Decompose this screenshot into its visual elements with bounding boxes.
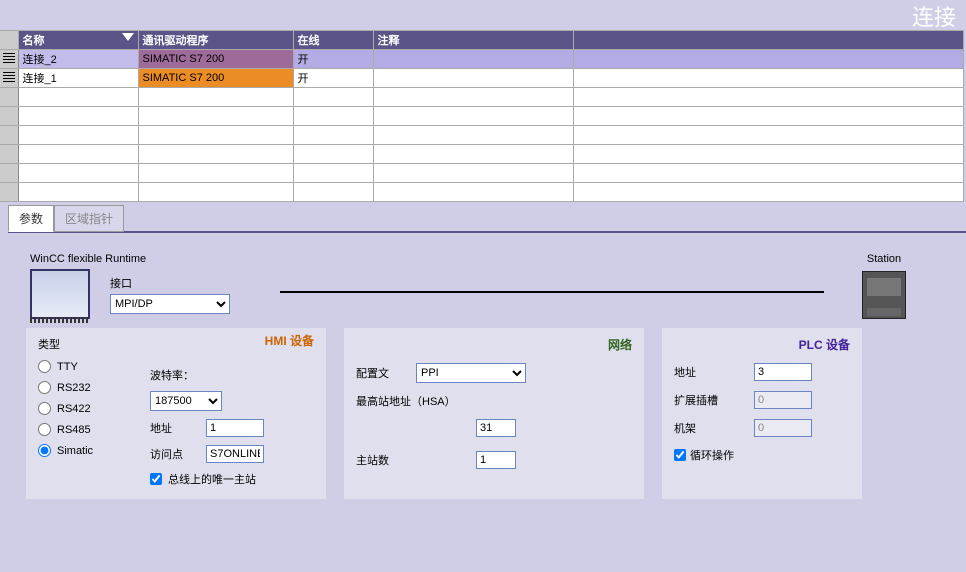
cell-blank [573, 69, 963, 88]
only-master-checkbox[interactable]: 总线上的唯一主站 [150, 471, 314, 487]
plc-icon [862, 271, 906, 319]
col-header-comment[interactable]: 注释 [373, 31, 573, 50]
tab-content: WinCC flexible Runtime 接口 MPI/DP Station [8, 231, 966, 517]
row-handle[interactable] [0, 50, 18, 69]
plc-rack-label: 机架 [674, 420, 754, 436]
connection-table: 名称 通讯驱动程序 在线 注释 连接_2 SIMATIC S7 200 开 连接… [0, 30, 966, 202]
plc-slot-input [754, 391, 812, 409]
hmi-title: HMI 设备 [150, 332, 314, 349]
runtime-label: WinCC flexible Runtime [30, 253, 280, 269]
row-handle[interactable] [0, 69, 18, 88]
table-row[interactable]: 连接_2 SIMATIC S7 200 开 [0, 50, 963, 69]
radio-rs232[interactable]: RS232 [38, 381, 128, 394]
sort-icon[interactable] [122, 33, 134, 41]
col-header-name[interactable]: 名称 [18, 31, 138, 50]
plc-slot-label: 扩展插槽 [674, 392, 754, 408]
table-row[interactable]: 连接_1 SIMATIC S7 200 开 [0, 69, 963, 88]
connection-line [280, 291, 824, 293]
tab-params[interactable]: 参数 [8, 205, 54, 232]
hmi-panel: 类型 TTY RS232 RS422 RS485 Simatic HMI 设备 … [26, 328, 326, 499]
cell-name[interactable]: 连接_2 [18, 50, 138, 69]
cell-blank [573, 50, 963, 69]
master-label: 主站数 [356, 452, 476, 468]
cell-driver[interactable]: SIMATIC S7 200 [138, 69, 293, 88]
cell-online[interactable]: 开 [293, 69, 373, 88]
col-header-blank [573, 31, 963, 50]
pc-icon [30, 269, 90, 319]
baud-label: 波特率： [150, 367, 314, 383]
access-point-input[interactable] [206, 445, 264, 463]
radio-rs485[interactable]: RS485 [38, 423, 128, 436]
master-count-input[interactable] [476, 451, 516, 469]
station-label: Station [824, 253, 944, 265]
page-title: 连接 [0, 0, 966, 30]
col-header-driver[interactable]: 通讯驱动程序 [138, 31, 293, 50]
plc-addr-label: 地址 [674, 364, 754, 380]
network-title: 网络 [356, 336, 632, 353]
plc-panel: PLC 设备 地址 扩展插槽 机架 循环操作 [662, 328, 862, 499]
cell-comment[interactable] [373, 50, 573, 69]
profile-select[interactable]: PPI [416, 363, 526, 383]
col-header-online[interactable]: 在线 [293, 31, 373, 50]
cell-driver[interactable]: SIMATIC S7 200 [138, 50, 293, 69]
radio-rs422[interactable]: RS422 [38, 402, 128, 415]
profile-label: 配置文 [356, 365, 416, 381]
radio-simatic[interactable]: Simatic [38, 444, 128, 457]
plc-rack-input [754, 419, 812, 437]
interface-label: 接口 [110, 275, 230, 291]
cell-online[interactable]: 开 [293, 50, 373, 69]
plc-title: PLC 设备 [674, 336, 850, 353]
hsa-label: 最高站地址（HSA） [356, 393, 476, 409]
cell-comment[interactable] [373, 69, 573, 88]
table-corner [0, 31, 18, 50]
type-label: 类型 [38, 336, 128, 352]
baud-select[interactable]: 187500 [150, 391, 222, 411]
hsa-input[interactable] [476, 419, 516, 437]
cyclic-checkbox[interactable]: 循环操作 [674, 447, 850, 463]
hmi-address-input[interactable] [206, 419, 264, 437]
cell-name[interactable]: 连接_1 [18, 69, 138, 88]
network-panel: 网络 配置文PPI 最高站地址（HSA） 主站数 [344, 328, 644, 499]
tab-area-pointer[interactable]: 区域指针 [54, 205, 124, 232]
addr-label: 地址 [150, 420, 200, 436]
plc-address-input[interactable] [754, 363, 812, 381]
interface-select[interactable]: MPI/DP [110, 294, 230, 314]
access-label: 访问点 [150, 446, 200, 462]
radio-tty[interactable]: TTY [38, 360, 128, 373]
